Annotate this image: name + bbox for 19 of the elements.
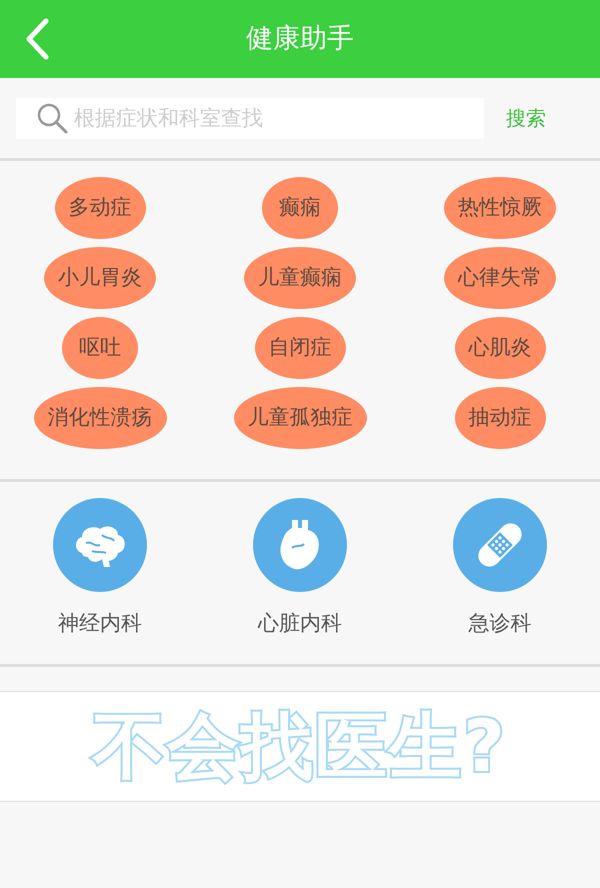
symptom-tag[interactable]: 热性惊厥 — [444, 177, 556, 239]
symptom-tag[interactable]: 抽动症 — [454, 387, 546, 449]
back-icon[interactable] — [24, 18, 50, 60]
banner-text: 不会找医生? — [85, 699, 515, 794]
symptom-tag[interactable]: 多动症 — [54, 177, 146, 239]
symptom-tag[interactable]: 心肌炎 — [454, 317, 546, 379]
symptom-tag[interactable]: 儿童孤独症 — [234, 387, 366, 449]
symptom-tag[interactable]: 心律失常 — [444, 247, 556, 309]
page-title: 健康助手 — [246, 22, 354, 56]
search-button[interactable]: 搜索 — [506, 103, 546, 133]
symptom-tag[interactable]: 癫痫 — [262, 177, 338, 239]
symptom-tag[interactable]: 小儿胃炎 — [44, 247, 156, 309]
symptom-tag[interactable]: 儿童癫痫 — [244, 247, 356, 309]
department-label: 急诊科 — [468, 610, 532, 637]
symptom-tag[interactable]: 呕吐 — [62, 317, 138, 379]
department-label: 心脏内科 — [258, 610, 342, 637]
symptom-tag[interactable]: 消化性溃疡 — [34, 387, 166, 449]
department-label: 神经内科 — [58, 610, 142, 637]
symptom-tag[interactable]: 自闭症 — [254, 317, 346, 379]
